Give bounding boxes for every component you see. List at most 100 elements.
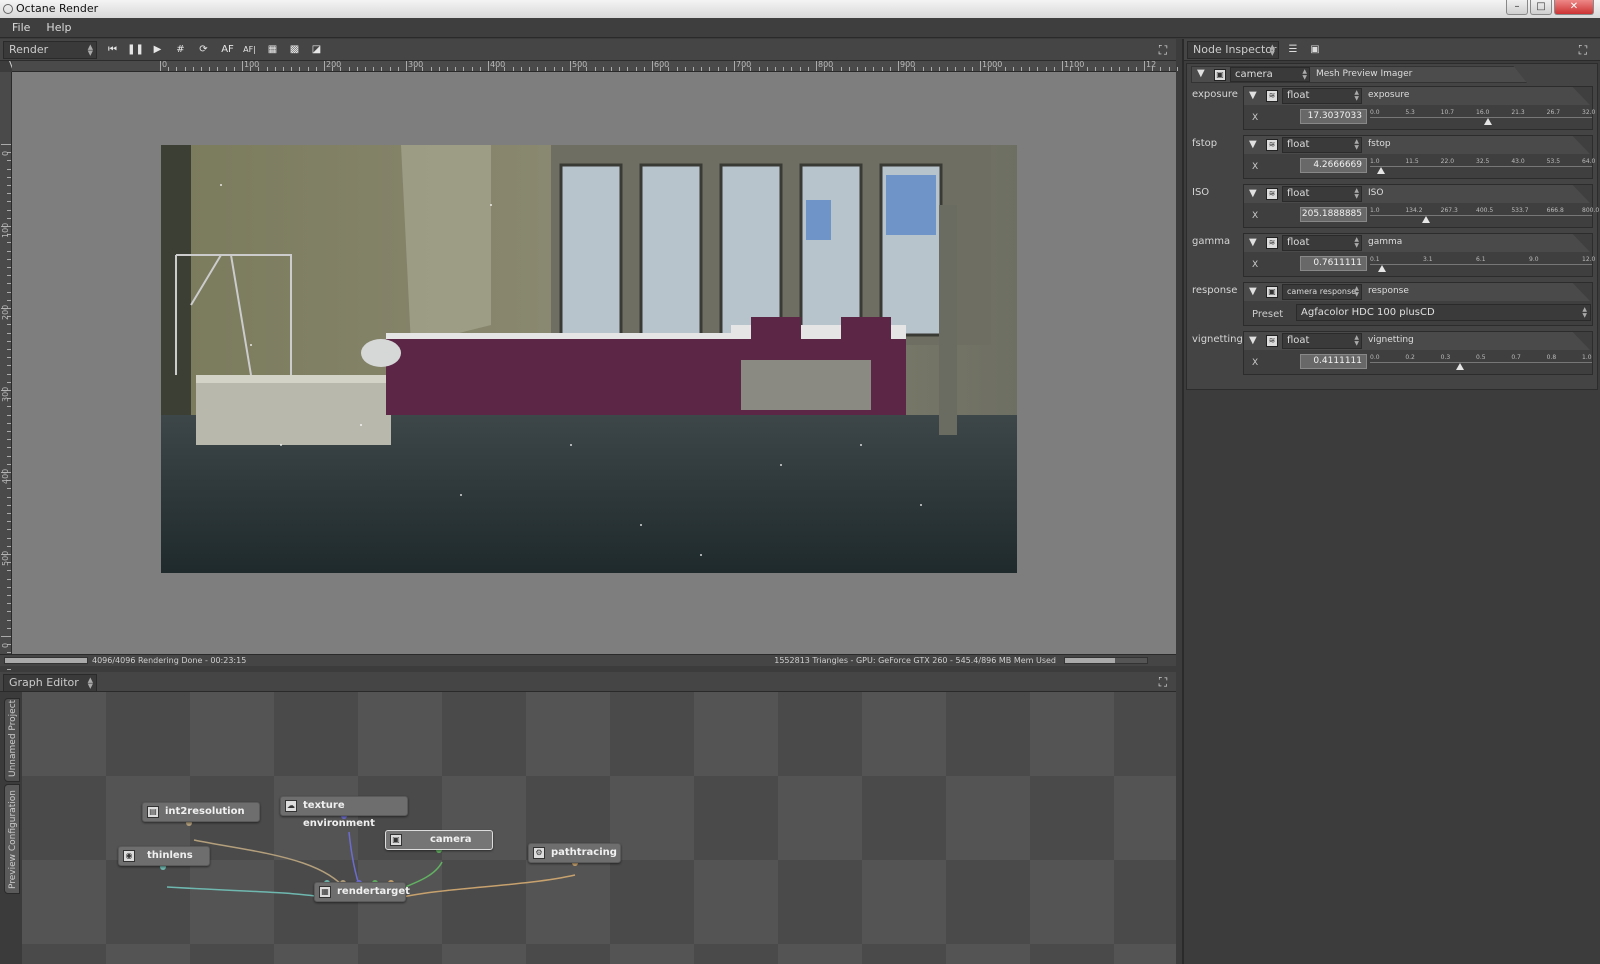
node-name-selector[interactable]: camera ▲ ▼: [1230, 67, 1310, 82]
horizontal-ruler: 0 100 200 300 400 500 600 700 800 900 1000 1100 12: [12, 60, 1342, 72]
ruler-tick: [717, 67, 719, 71]
fstop-slider[interactable]: 1.0 11.5 22.0 32.5 43.0 53.5 64.0: [1370, 156, 1595, 176]
collapse-all-icon[interactable]: ☰: [1286, 43, 1300, 57]
tab-unnamed-project[interactable]: Unnamed Project: [4, 698, 20, 782]
param-type-selector[interactable]: float ▲ ▼: [1282, 235, 1362, 251]
slider-tick-label: 9.0: [1529, 256, 1539, 263]
vertical-ruler: 0 100 200 300 400 500 0: [0, 72, 12, 719]
preset-dropdown[interactable]: Agfacolor HDC 100 plusCD ▲ ▼: [1296, 304, 1591, 321]
ruler-label: 400: [1, 468, 10, 484]
ruler-tick: [537, 67, 539, 71]
node-rendertarget[interactable]: ▦ rendertarget: [314, 882, 410, 902]
pin-icon[interactable]: ▣: [1308, 43, 1322, 57]
param-type-selector[interactable]: float ▲ ▼: [1282, 137, 1362, 153]
ruler-tick: [725, 67, 727, 71]
skip-start-icon[interactable]: ⏮: [104, 42, 121, 58]
collapse-triangle-icon[interactable]: ▼: [1249, 139, 1257, 150]
checker-icon[interactable]: ▩: [286, 42, 303, 58]
slider-thumb[interactable]: [1421, 216, 1430, 223]
ruler-tick: [816, 61, 817, 71]
gamma-slider[interactable]: 0.1 3.1 6.1 9.0 12.0: [1370, 254, 1595, 274]
slider-thumb[interactable]: [1455, 363, 1464, 370]
param-type: float: [1287, 90, 1310, 101]
refresh-icon[interactable]: ⟳: [195, 42, 212, 58]
slider-tick-label: 32.5: [1476, 158, 1490, 165]
inspector-selector[interactable]: Node Inspector ▲ ▼: [1187, 41, 1279, 59]
graph-editor-selector[interactable]: Graph Editor ▲ ▼: [3, 674, 97, 692]
slider-tick-label: 3.1: [1423, 256, 1433, 263]
exposure-value-field[interactable]: 17.3037033: [1300, 109, 1367, 124]
param-label-response: response: [1192, 285, 1238, 296]
param-type-selector[interactable]: float ▲ ▼: [1282, 88, 1362, 104]
ruler-tick: [7, 529, 11, 531]
viewport-selector[interactable]: Render Viewport ▲▼: [3, 41, 97, 72]
param-header: ▼ ≋ float ▲ ▼ exposure: [1244, 87, 1590, 105]
menu-help[interactable]: Help: [40, 18, 77, 37]
param-type-selector[interactable]: float ▲ ▼: [1282, 333, 1362, 349]
play-icon[interactable]: ▶: [149, 42, 166, 58]
render-viewport[interactable]: [12, 72, 1176, 654]
ruler-tick: [980, 61, 981, 71]
ruler-tick: [783, 67, 785, 71]
collapse-triangle-icon[interactable]: ▼: [1249, 335, 1257, 346]
ruler-label: 500: [1, 550, 10, 566]
title-bar: Octane Render – □ ✕: [0, 0, 1600, 18]
ruler-tick: [652, 61, 653, 71]
collapse-triangle-icon[interactable]: ▼: [1197, 68, 1205, 79]
ruler-tick: [7, 373, 11, 375]
node-type: Mesh Preview Imager: [1316, 69, 1413, 79]
menu-file[interactable]: File: [6, 18, 36, 37]
gamma-value-field[interactable]: 0.7611111: [1300, 256, 1367, 271]
collapse-triangle-icon[interactable]: ▼: [1249, 286, 1257, 297]
grid-icon[interactable]: #: [172, 42, 189, 58]
param-type: float: [1287, 139, 1310, 150]
node-int2resolution[interactable]: ▤ int2resolution: [142, 802, 260, 822]
graph-canvas[interactable]: ▤ int2resolution ☁ texture environment ▣ ca…: [22, 692, 1176, 964]
param-type: camera response: [1287, 287, 1357, 296]
ruler-tick: [1160, 67, 1162, 71]
node-pathtracing[interactable]: ⚙ pathtracing: [528, 843, 621, 863]
slider-thumb[interactable]: [1483, 118, 1492, 125]
close-button[interactable]: ✕: [1554, 0, 1594, 15]
window-title: Octane Render: [16, 2, 99, 15]
minimize-button[interactable]: –: [1506, 0, 1528, 15]
iso-value-field[interactable]: 205.1888885: [1300, 207, 1367, 222]
ruler-tick: [635, 67, 637, 71]
maximize-button[interactable]: □: [1530, 0, 1552, 15]
slider-thumb[interactable]: [1377, 265, 1386, 272]
graph-maximize-icon[interactable]: ⛶: [1156, 675, 1170, 689]
region-icon[interactable]: ▦: [264, 42, 281, 58]
ruler-tick: [242, 61, 243, 71]
node-texture-environment[interactable]: ☁ texture environment: [280, 796, 408, 829]
autofocus-point-icon[interactable]: AF|: [241, 42, 258, 58]
collapse-triangle-icon[interactable]: ▼: [1249, 90, 1257, 101]
node-camera[interactable]: ▣ camera: [385, 830, 493, 850]
ruler-tick: [1103, 67, 1104, 71]
param-header: ▼ ≋ float ▲ ▼ fstop: [1244, 136, 1590, 154]
ruler-tick: [857, 67, 858, 71]
slider-track: [1370, 264, 1592, 265]
ruler-tick: [922, 67, 924, 71]
exposure-slider[interactable]: 0.0 5.3 10.7 16.0 21.3 26.7 32.0: [1370, 107, 1595, 127]
collapse-triangle-icon[interactable]: ▼: [1249, 237, 1257, 248]
vignetting-slider[interactable]: 0.0 0.2 0.3 0.5 0.7 0.8 1.0: [1370, 352, 1592, 372]
fstop-value-field[interactable]: 4.2666669: [1300, 158, 1367, 173]
autofocus-icon[interactable]: AF: [219, 42, 236, 58]
collapse-triangle-icon[interactable]: ▼: [1249, 188, 1257, 199]
pause-icon[interactable]: ❚❚: [127, 42, 144, 58]
ruler-tick: [7, 242, 11, 244]
param-type: float: [1287, 237, 1310, 248]
viewport-maximize-icon[interactable]: ⛶: [1156, 43, 1170, 57]
inspector-maximize-icon[interactable]: ⛶: [1576, 43, 1590, 57]
param-type-selector[interactable]: camera response ▲ ▼: [1282, 284, 1362, 300]
ruler-tick: [7, 209, 11, 211]
param-type-selector[interactable]: float ▲ ▼: [1282, 186, 1362, 202]
slider-thumb[interactable]: [1377, 167, 1386, 174]
slider-tick-label: 666.8: [1546, 207, 1564, 214]
vignetting-value-field[interactable]: 0.4111111: [1300, 354, 1367, 369]
ruler-label: 800: [818, 60, 834, 69]
iso-slider[interactable]: 1.0 134.2 267.3 400.5 533.7 666.8 800.0: [1370, 205, 1599, 225]
tile-icon[interactable]: ◪: [308, 42, 325, 58]
node-thinlens[interactable]: ◉ thinlens: [118, 846, 210, 866]
tab-preview-configuration[interactable]: Preview Configuration: [4, 784, 20, 894]
